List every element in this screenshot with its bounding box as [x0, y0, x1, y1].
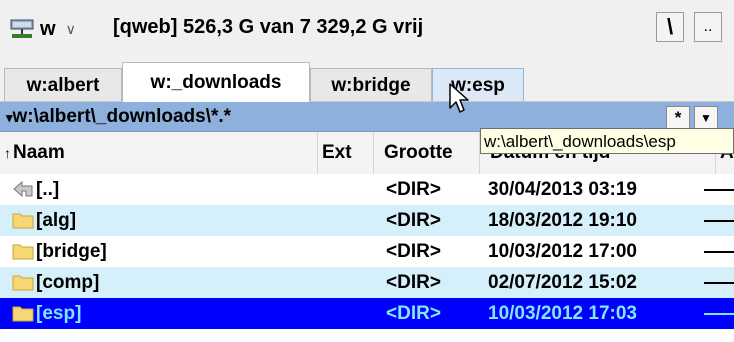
file-size: <DIR>: [386, 272, 441, 293]
file-date: 18/03/2012 19:10: [488, 210, 637, 231]
list-item[interactable]: [alg] <DIR> 18/03/2012 19:10: [0, 205, 734, 236]
drive-free-space: [qweb] 526,3 G van 7 329,2 G vrij: [113, 16, 424, 38]
file-name: [..]: [36, 179, 60, 200]
parent-dir-button[interactable]: ..: [694, 12, 722, 42]
path-tooltip: w:\albert\_downloads\esp: [480, 128, 734, 154]
tab-albert[interactable]: w:albert: [4, 68, 122, 102]
list-item[interactable]: [bridge] <DIR> 10/03/2012 17:00: [0, 236, 734, 267]
history-button[interactable]: ▼: [694, 106, 718, 130]
tab-downloads[interactable]: w:_downloads: [122, 62, 310, 102]
chevron-down-icon: ∨: [65, 20, 76, 37]
folder-icon: [12, 275, 34, 291]
list-item[interactable]: [..] <DIR> 30/04/2013 03:19: [0, 174, 734, 205]
drive-bar: w ∨ [qweb] 526,3 G van 7 329,2 G vrij \ …: [0, 0, 734, 56]
column-ext[interactable]: Ext: [318, 132, 374, 174]
attr-dash: [704, 189, 734, 191]
file-name: [comp]: [36, 272, 100, 293]
attr-dash: [704, 313, 734, 315]
attr-dash: [704, 220, 734, 222]
file-date: 10/03/2012 17:03: [488, 303, 637, 324]
file-list: [..] <DIR> 30/04/2013 03:19 [alg] <DIR> …: [0, 174, 734, 329]
tab-esp[interactable]: w:esp: [432, 68, 524, 102]
file-size: <DIR>: [386, 179, 441, 200]
file-date: 02/07/2012 15:02: [488, 272, 637, 293]
file-name: [alg]: [36, 210, 77, 231]
folder-icon: [12, 213, 34, 229]
current-path: ▾w:\albert\_downloads\*.*: [6, 106, 231, 128]
mouse-cursor-icon: [449, 83, 469, 113]
up-dir-icon: [13, 180, 33, 198]
folder-icon: [12, 306, 34, 322]
root-dir-button[interactable]: \: [656, 12, 684, 42]
current-path-text: w:\albert\_downloads\*.*: [12, 106, 232, 127]
hotlist-button[interactable]: *: [666, 106, 690, 130]
file-date: 10/03/2012 17:00: [488, 241, 637, 262]
file-size: <DIR>: [386, 303, 441, 324]
tab-bridge[interactable]: w:bridge: [310, 68, 432, 102]
file-date: 30/04/2013 03:19: [488, 179, 637, 200]
list-item-selected[interactable]: [esp] <DIR> 10/03/2012 17:03: [0, 298, 734, 329]
column-name[interactable]: ↑ Naam: [0, 132, 318, 174]
column-name-label: Naam: [13, 142, 65, 163]
file-size: <DIR>: [386, 241, 441, 262]
file-name: [bridge]: [36, 241, 107, 262]
folder-tabs: w:albert w:_downloads w:bridge w:esp: [0, 56, 734, 102]
attr-dash: [704, 282, 734, 284]
drive-select[interactable]: w ∨: [10, 15, 106, 43]
sort-ascending-icon: ↑: [4, 145, 11, 161]
drive-letter: w: [40, 17, 56, 40]
attr-dash: [704, 251, 734, 253]
file-name: [esp]: [36, 303, 82, 324]
file-size: <DIR>: [386, 210, 441, 231]
folder-icon: [12, 244, 34, 260]
column-size[interactable]: Grootte: [374, 132, 480, 174]
network-drive-icon: [10, 19, 34, 38]
list-item[interactable]: [comp] <DIR> 02/07/2012 15:02: [0, 267, 734, 298]
